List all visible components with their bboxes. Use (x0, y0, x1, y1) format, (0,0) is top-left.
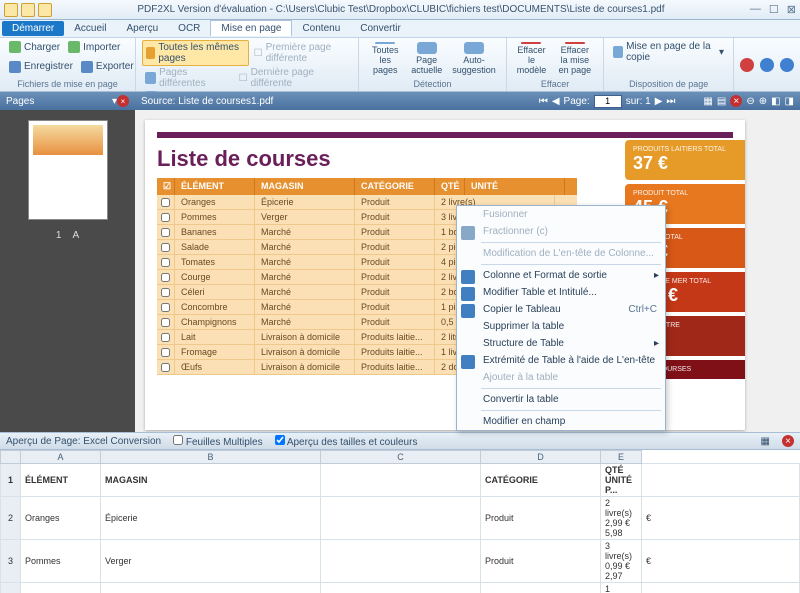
context-menu: FusionnerFractionner (c) Modification de … (456, 205, 666, 431)
qat-save-icon[interactable] (21, 3, 35, 17)
last-page-icon[interactable]: ⏭ (666, 96, 675, 107)
auto-suggestion-button[interactable]: Auto-suggestion (448, 40, 500, 78)
menu-mise en page[interactable]: Mise en page (210, 20, 292, 36)
close-icon[interactable]: ⊠ (787, 3, 796, 16)
prev-page-icon[interactable]: ◀ (552, 96, 560, 107)
preview-close-icon[interactable]: × (782, 435, 794, 447)
window-title: PDF2XL Version d'évaluation - C:\Users\C… (52, 4, 750, 15)
minimize-icon[interactable]: — (750, 3, 761, 16)
ctx-modifier-table-et-in[interactable]: Modifier Table et Intitulé... (457, 284, 665, 301)
close-ribbon-icon[interactable] (740, 58, 754, 72)
close-source-icon[interactable]: × (730, 95, 742, 107)
group-label: Effacer (513, 79, 598, 89)
tool-icon[interactable]: ▦ (703, 96, 712, 107)
premiere-diff-checkbox[interactable]: ☐ Première page différente (251, 40, 353, 66)
qat-open-icon[interactable] (4, 3, 18, 17)
ctx-fusionner: Fusionner (457, 206, 665, 223)
derniere-diff-checkbox[interactable]: ☐ Dernière page différente (236, 66, 353, 90)
source-title: Source: Liste de courses1.pdf (141, 96, 273, 107)
menu-aperçu[interactable]: Aperçu (116, 21, 168, 36)
help-icon[interactable] (760, 58, 774, 72)
toutes-pages-detect-button[interactable]: Toutes les pages (365, 40, 405, 78)
page-label: Page: (564, 96, 590, 107)
page-thumbnail[interactable] (28, 120, 108, 220)
thumb-label: 1 A (0, 230, 135, 241)
menu-contenu[interactable]: Contenu (292, 21, 350, 36)
zoom-in-icon[interactable]: ⊕ (759, 96, 767, 107)
fit-icon[interactable]: ◧ (771, 96, 780, 107)
excel-row[interactable]: 4BananesMarchéProduit1 botte(s) 0,49 € 0… (1, 583, 800, 593)
summary-card: PRODUITS LAITIERS TOTAL37 € (625, 140, 745, 180)
menu-ocr[interactable]: OCR (168, 21, 210, 36)
qat-undo-icon[interactable] (38, 3, 52, 17)
effacer-misepage-button[interactable]: Effacer la mise en page (552, 40, 597, 78)
ctx-convertir-la-table[interactable]: Convertir la table (457, 391, 665, 408)
ctx-colonne-et-format-de[interactable]: Colonne et Format de sortie▸ (457, 267, 665, 284)
ctx-modifier-en-champ[interactable]: Modifier en champ (457, 413, 665, 430)
zoom-out-icon[interactable]: ⊖ (746, 96, 754, 107)
next-page-icon[interactable]: ▶ (655, 96, 663, 107)
menubar: Démarrer AccueilAperçuOCRMise en pageCon… (0, 20, 800, 38)
close-pages-icon[interactable]: × (117, 95, 129, 107)
preview-title: Aperçu de Page: Excel Conversion (6, 436, 161, 447)
page-input[interactable] (594, 95, 622, 108)
misepage-copie-button[interactable]: Mise en page de la copie ▾ (610, 40, 727, 64)
multiples-checkbox[interactable]: Feuilles Multiples (173, 435, 262, 448)
start-button[interactable]: Démarrer (2, 21, 64, 36)
group-label: Disposition de page (610, 79, 727, 89)
importer-button[interactable]: Importer (65, 40, 123, 54)
tailles-checkbox[interactable]: Aperçu des tailles et couleurs (275, 435, 418, 448)
effacer-modele-button[interactable]: Effacer le modèle (513, 40, 551, 78)
toutes-pages-button[interactable]: Toutes les mêmes pages (142, 40, 249, 66)
first-page-icon[interactable]: ⏮ (539, 96, 548, 107)
maximize-icon[interactable]: ☐ (769, 3, 779, 16)
ctx-modification-de-l-en: Modification de L'en-tête de Colonne... (457, 245, 665, 262)
ctx-supprimer-la-table[interactable]: Supprimer la table (457, 318, 665, 335)
ctx-extr-mit-de-table-l-[interactable]: Extrémité de Table à l'aide de L'en-tête (457, 352, 665, 369)
charger-button[interactable]: Charger (6, 40, 63, 54)
ctx-ajouter-la-table: Ajouter à la table (457, 369, 665, 386)
ribbon: Charger Importer Enregistrer Exporter Fi… (0, 38, 800, 92)
menu-convertir[interactable]: Convertir (350, 21, 411, 36)
ctx-structure-de-table[interactable]: Structure de Table▸ (457, 335, 665, 352)
pages-diff-button[interactable]: Pages différentes (142, 66, 234, 90)
ctx-copier-le-tableau[interactable]: Copier le TableauCtrl+C (457, 301, 665, 318)
menu-accueil[interactable]: Accueil (64, 21, 116, 36)
ctx-fractionner-c-: Fractionner (c) (457, 223, 665, 240)
info-icon[interactable] (780, 58, 794, 72)
exporter-button[interactable]: Exporter (78, 60, 137, 74)
tool-icon[interactable]: ▤ (717, 96, 726, 107)
excel-row[interactable]: 2OrangesÉpicerieProduit2 livre(s) 2,99 €… (1, 497, 800, 540)
page-total: sur: 1 (626, 96, 651, 107)
preview-tool-icon[interactable]: ▦ (761, 436, 770, 447)
pages-panel-title: Pages (6, 96, 34, 107)
excel-row[interactable]: 3PommesVergerProduit3 livre(s) 0,99 € 2,… (1, 540, 800, 583)
group-label: Détection (365, 79, 500, 89)
group-label: Fichiers de mise en page (6, 79, 129, 89)
excel-preview: ABCDE1ÉLÉMENTMAGASINCATÉGORIEQTÉ UNITÉ P… (0, 450, 800, 593)
enregistrer-button[interactable]: Enregistrer (6, 60, 76, 74)
fit-icon[interactable]: ◨ (785, 96, 794, 107)
page-actuelle-button[interactable]: Page actuelle (407, 40, 446, 78)
